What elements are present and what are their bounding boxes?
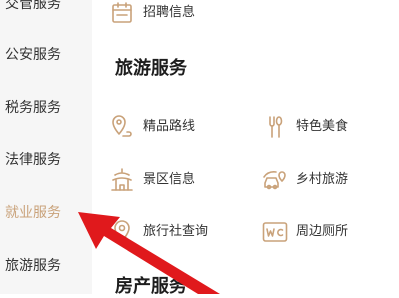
service-nearby-toilets[interactable]: 周边厕所 (262, 219, 348, 245)
main-content: 招聘信息 旅游服务 精品路线 特色美食 景区信息 乡村旅游 旅行社查询 周边厕所… (92, 0, 399, 297)
pagoda-icon (109, 167, 135, 193)
sidebar-item-legal[interactable]: 法律服务 (5, 151, 61, 169)
fork-spoon-icon (262, 114, 288, 140)
service-label: 景区信息 (143, 172, 196, 187)
section-title-real-estate: 房产服务 (115, 276, 187, 297)
section-title-tourism: 旅游服务 (115, 58, 187, 79)
service-label: 乡村旅游 (296, 172, 349, 187)
service-label: 精品路线 (143, 119, 196, 134)
sidebar-item-police[interactable]: 公安服务 (5, 46, 61, 64)
car-pin-icon (262, 167, 288, 193)
sidebar-item-traffic[interactable]: 交管服务 (5, 0, 61, 13)
location-pin-icon (109, 219, 135, 245)
sidebar-item-employment[interactable]: 就业服务 (5, 204, 61, 222)
service-local-food[interactable]: 特色美食 (262, 114, 348, 140)
sidebar: 交管服务 公安服务 税务服务 法律服务 就业服务 旅游服务 (0, 0, 92, 294)
sidebar-item-tourism[interactable]: 旅游服务 (5, 257, 61, 275)
service-scenic-info[interactable]: 景区信息 (109, 167, 195, 193)
service-travel-agency-lookup[interactable]: 旅行社查询 (109, 219, 208, 245)
wc-icon (262, 219, 288, 245)
service-label: 招聘信息 (143, 5, 196, 20)
calendar-icon (109, 0, 135, 26)
route-pin-icon (109, 114, 135, 140)
service-boutique-routes[interactable]: 精品路线 (109, 114, 195, 140)
service-label: 周边厕所 (296, 224, 349, 239)
sidebar-item-tax[interactable]: 税务服务 (5, 99, 61, 117)
service-label: 特色美食 (296, 119, 349, 134)
service-rural-tourism[interactable]: 乡村旅游 (262, 167, 348, 193)
service-recruitment-info[interactable]: 招聘信息 (109, 0, 195, 26)
service-label: 旅行社查询 (143, 224, 209, 239)
